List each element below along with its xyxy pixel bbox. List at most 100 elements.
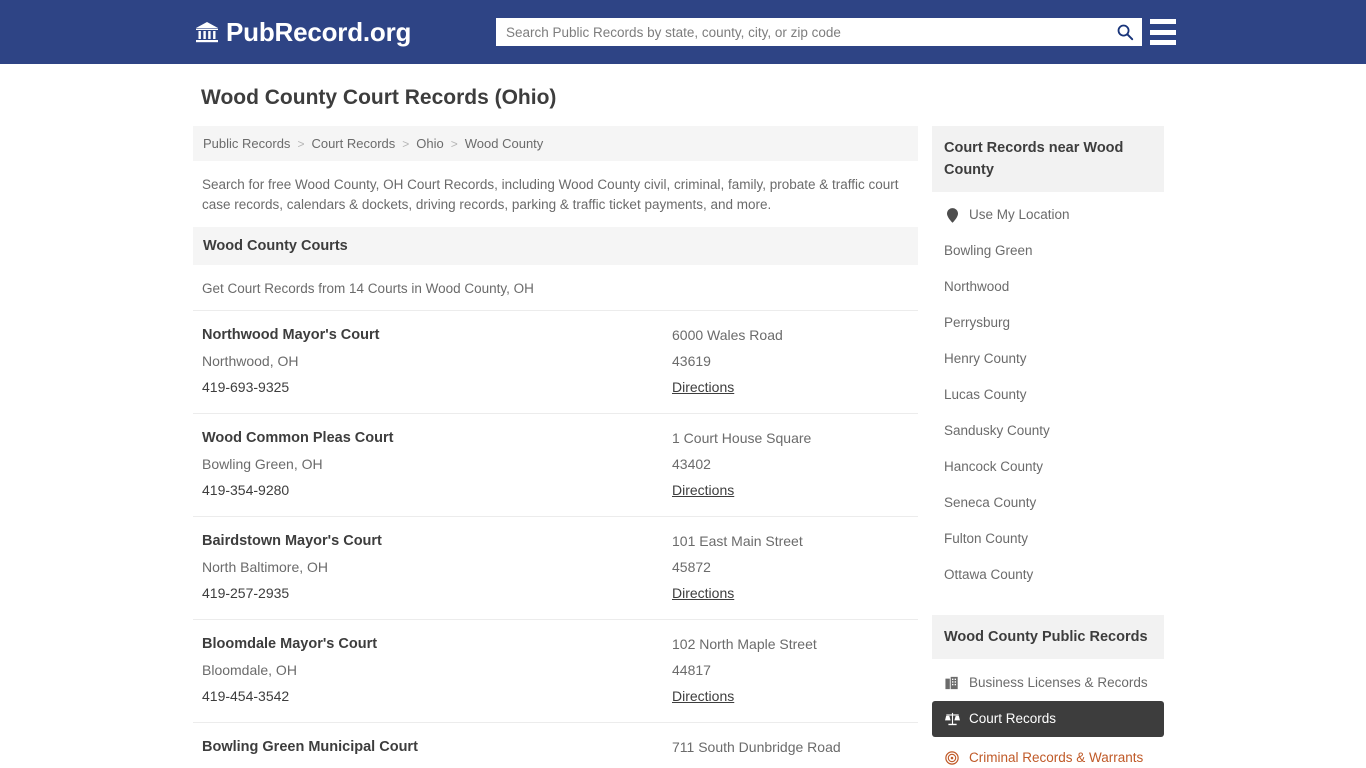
sidebar-item-court-records[interactable]: Court Records [932, 701, 1164, 737]
hamburger-menu-button[interactable] [1150, 19, 1176, 45]
breadcrumb-separator: > [402, 136, 410, 151]
sidebar-item-criminal-records[interactable]: Criminal Records & Warrants [932, 740, 1164, 768]
court-address: 711 South Dunbridge Road [672, 739, 841, 755]
court-phone[interactable]: 419-257-2935 [202, 580, 672, 606]
breadcrumb: Public Records > Court Records > Ohio > … [193, 126, 918, 161]
court-name[interactable]: Northwood Mayor's Court [202, 322, 672, 348]
directions-link[interactable]: Directions [672, 683, 734, 709]
site-logo[interactable]: PubRecord.org [195, 18, 411, 46]
sidebar-item-label: Bowling Green [944, 243, 1033, 258]
court-name[interactable]: Bloomdale Mayor's Court [202, 631, 672, 657]
court-info-right: 101 East Main Street 45872 Directions [672, 528, 909, 606]
court-city: North Baltimore, OH [202, 559, 329, 575]
sidebar-item-fulton-county[interactable]: Fulton County [932, 521, 1164, 557]
court-info-left: Northwood Mayor's Court Northwood, OH 41… [202, 322, 672, 400]
sidebar-item-seneca-county[interactable]: Seneca County [932, 485, 1164, 521]
court-listing-row: Bairdstown Mayor's Court North Baltimore… [193, 516, 918, 619]
court-address: 102 North Maple Street [672, 636, 817, 652]
sidebar-item-label: Sandusky County [944, 423, 1050, 438]
sidebar-item-hancock-county[interactable]: Hancock County [932, 449, 1164, 485]
court-info-right: 102 North Maple Street 44817 Directions [672, 631, 909, 709]
briefcase-icon [944, 675, 960, 691]
court-city: Northwood, OH [202, 353, 299, 369]
breadcrumb-separator: > [450, 136, 458, 151]
sidebar-item-label: Northwood [944, 279, 1010, 294]
court-phone[interactable]: 419-454-3542 [202, 683, 672, 709]
sidebar-header-public-records: Wood County Public Records [932, 615, 1164, 659]
directions-link[interactable]: Directions [672, 374, 734, 400]
court-address: 1 Court House Square [672, 430, 812, 446]
court-listing-row: Northwood Mayor's Court Northwood, OH 41… [193, 310, 918, 413]
breadcrumb-item-ohio[interactable]: Ohio [416, 136, 443, 151]
sidebar: Court Records near Wood County Use My Lo… [932, 126, 1164, 768]
hamburger-bar [1150, 40, 1176, 45]
sidebar-item-label: Hancock County [944, 459, 1044, 474]
sidebar-item-sandusky-county[interactable]: Sandusky County [932, 413, 1164, 449]
court-address: 6000 Wales Road [672, 327, 783, 343]
sidebar-item-bowling-green[interactable]: Bowling Green [932, 233, 1164, 269]
sidebar-item-label: Fulton County [944, 531, 1029, 546]
sidebar-item-label: Seneca County [944, 495, 1037, 510]
breadcrumb-item-wood-county[interactable]: Wood County [465, 136, 544, 151]
breadcrumb-item-court-records[interactable]: Court Records [311, 136, 395, 151]
sidebar-public-records-list: Business Licenses & Records Court Record… [932, 665, 1164, 768]
court-info-right: 1 Court House Square 43402 Directions [672, 425, 909, 503]
sidebar-near-list: Use My Location Bowling Green Northwood … [932, 192, 1164, 593]
court-info-right: 711 South Dunbridge Road 43402 Direction… [672, 734, 909, 768]
court-zip: 44817 [672, 662, 711, 678]
sidebar-item-label: Lucas County [944, 387, 1027, 402]
page-intro-text: Search for free Wood County, OH Court Re… [202, 177, 899, 212]
fingerprint-icon [944, 750, 960, 766]
court-listing-row: Bowling Green Municipal Court Bowling Gr… [193, 722, 918, 768]
sidebar-item-perrysburg[interactable]: Perrysburg [932, 305, 1164, 341]
sidebar-item-label: Business Licenses & Records [969, 675, 1148, 690]
sidebar-item-label: Court Records [969, 711, 1057, 726]
bank-icon [196, 22, 218, 43]
court-name[interactable]: Bowling Green Municipal Court [202, 734, 672, 760]
main-content: Public Records > Court Records > Ohio > … [193, 126, 918, 768]
hamburger-bar [1150, 19, 1176, 24]
court-listing-row: Bloomdale Mayor's Court Bloomdale, OH 41… [193, 619, 918, 722]
search-icon [1117, 24, 1134, 41]
breadcrumb-separator: > [297, 136, 305, 151]
brand-name: PubRecord.org [226, 17, 412, 47]
court-city: Bowling Green, OH [202, 456, 323, 472]
court-info-right: 6000 Wales Road 43619 Directions [672, 322, 909, 400]
sidebar-item-ottawa-county[interactable]: Ottawa County [932, 557, 1164, 593]
court-info-left: Wood Common Pleas Court Bowling Green, O… [202, 425, 672, 503]
search-input[interactable] [496, 19, 1108, 45]
sidebar-item-label: Ottawa County [944, 567, 1034, 582]
page-body: Wood County Court Records (Ohio) Public … [0, 64, 1366, 768]
directions-link[interactable]: Directions [672, 580, 734, 606]
court-zip: 43619 [672, 353, 711, 369]
directions-link[interactable]: Directions [672, 477, 734, 503]
sidebar-header-near: Court Records near Wood County [932, 126, 1164, 192]
scales-icon [944, 711, 960, 727]
hamburger-bar [1150, 29, 1176, 35]
court-zip: 43402 [672, 456, 711, 472]
breadcrumb-item-public-records[interactable]: Public Records [203, 136, 290, 151]
court-phone[interactable]: 419-354-9280 [202, 477, 672, 503]
sidebar-item-business-licenses[interactable]: Business Licenses & Records [932, 665, 1164, 701]
search-bar[interactable] [496, 18, 1142, 46]
court-name[interactable]: Wood Common Pleas Court [202, 425, 672, 451]
court-zip: 43402 [672, 760, 909, 768]
court-city: Bloomdale, OH [202, 662, 297, 678]
court-phone[interactable]: 419-693-9325 [202, 374, 672, 400]
sidebar-item-henry-county[interactable]: Henry County [932, 341, 1164, 377]
sidebar-item-label: Use My Location [969, 207, 1070, 222]
section-header-courts: Wood County Courts [193, 227, 918, 265]
sidebar-item-use-my-location[interactable]: Use My Location [932, 192, 1164, 233]
sidebar-item-lucas-county[interactable]: Lucas County [932, 377, 1164, 413]
court-city: Bowling Green, OH [202, 760, 672, 768]
court-listing-row: Wood Common Pleas Court Bowling Green, O… [193, 413, 918, 516]
court-name[interactable]: Bairdstown Mayor's Court [202, 528, 672, 554]
search-button[interactable] [1108, 18, 1142, 46]
court-info-left: Bairdstown Mayor's Court North Baltimore… [202, 528, 672, 606]
site-header: PubRecord.org [0, 0, 1366, 64]
sidebar-item-label: Henry County [944, 351, 1027, 366]
court-info-left: Bowling Green Municipal Court Bowling Gr… [202, 734, 672, 768]
sidebar-item-label: Perrysburg [944, 315, 1011, 330]
sidebar-item-northwood[interactable]: Northwood [932, 269, 1164, 305]
